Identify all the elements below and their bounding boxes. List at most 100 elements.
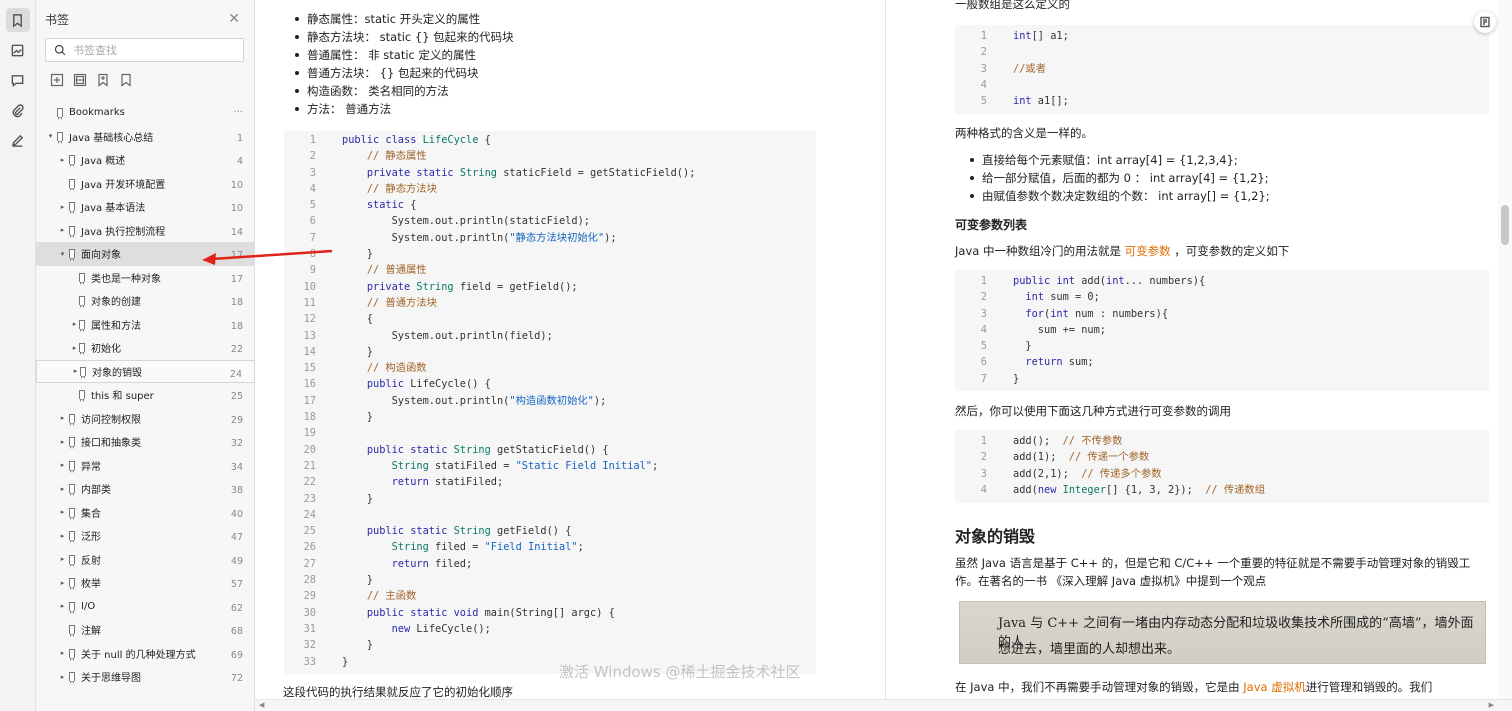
- code-text: static {: [366, 199, 417, 212]
- collapsed-caret-icon[interactable]: ▸: [58, 203, 67, 211]
- bookmark-item[interactable]: ▸ 关于 null 的几种处理方式 69: [36, 642, 255, 666]
- document-icon: [1480, 16, 1490, 28]
- bookmark-item[interactable]: ▾ 面向对象 17: [36, 242, 255, 266]
- bookmark-item[interactable]: Java 开发环境配置 10: [36, 172, 255, 196]
- collapsed-caret-icon[interactable]: ▸: [58, 438, 67, 446]
- bookmark-label: 注解: [81, 626, 101, 638]
- code-text: // 主函数: [366, 590, 417, 603]
- code-line: 5 int a1[];: [955, 93, 1489, 109]
- concept-list: 静态属性：static 开头定义的属性 静态方法块： static {} 包起来的…: [295, 10, 514, 118]
- bookmark-item[interactable]: 类也是一种对象 17: [36, 266, 255, 290]
- bookmark-outline-icon[interactable]: [119, 72, 133, 87]
- array-code-block: 1 int[] a1; 2 3 //或者 4 5 int a1[];: [955, 25, 1489, 114]
- vertical-scrollbar[interactable]: [1498, 0, 1512, 699]
- bookmark-icon: [69, 249, 75, 262]
- collapsed-caret-icon[interactable]: ▸: [70, 320, 79, 328]
- code-line: 8 }: [284, 246, 816, 262]
- collapsed-caret-icon[interactable]: ▸: [58, 226, 67, 234]
- comment-icon[interactable]: [6, 68, 30, 92]
- collapsed-caret-icon[interactable]: ▸: [58, 602, 67, 610]
- bookmark-item[interactable]: ▸ 内部类 38: [36, 477, 255, 501]
- collapsed-caret-icon[interactable]: ▸: [58, 579, 67, 587]
- bookmark-item[interactable]: ▸ 访问控制权限 29: [36, 407, 255, 431]
- varargs-pre: Java 中一种数组冷门的用法就是: [955, 244, 1125, 258]
- collapsed-caret-icon[interactable]: ▸: [58, 508, 67, 516]
- collapsed-caret-icon[interactable]: ▸: [58, 555, 67, 563]
- collapsed-caret-icon[interactable]: ▸: [71, 367, 80, 375]
- line-number: 3: [980, 307, 987, 320]
- bookmark-item[interactable]: ▾ Java 基础核心总结 1: [36, 125, 255, 149]
- close-icon[interactable]: ✕: [228, 11, 240, 27]
- code-text: sum += num;: [1013, 323, 1106, 336]
- scroll-thumb[interactable]: [1501, 205, 1509, 245]
- destroy-heading: 对象的销毁: [955, 527, 1036, 546]
- bookmark-panel: 书签 ✕ Bookmarks... ▾ Java 基础核心总结 1 ▸ Java 概述 4 J…: [36, 0, 255, 711]
- thumbnail-icon[interactable]: [6, 38, 30, 62]
- signature-icon[interactable]: [6, 128, 30, 152]
- code-text: }: [342, 248, 373, 261]
- bookmark-page-number: 4: [236, 156, 243, 167]
- code-line: 25 public static String getField() {: [284, 523, 816, 539]
- code-line: 17 System.out.println("构造函数初始化");: [284, 393, 816, 409]
- code-text: int[] a1;: [1013, 30, 1069, 42]
- bookmark-item[interactable]: ▸ 反射 49: [36, 548, 255, 572]
- bookmark-search-input[interactable]: [73, 43, 223, 57]
- bookmark-item[interactable]: ▸ 异常 34: [36, 454, 255, 478]
- line-number: 19: [303, 427, 316, 440]
- code-text: public static String getField() {: [366, 525, 572, 538]
- code-text: System.out.println(staticField);: [342, 215, 590, 228]
- bookmark-item[interactable]: 对象的创建 18: [36, 289, 255, 313]
- line-number: 13: [303, 329, 316, 342]
- collapsed-caret-icon[interactable]: ▸: [58, 485, 67, 493]
- code-line: 2: [955, 44, 1489, 60]
- collapsed-caret-icon[interactable]: ▸: [58, 461, 67, 469]
- expand-all-icon[interactable]: [50, 72, 64, 87]
- collapsed-caret-icon[interactable]: ▸: [58, 532, 67, 540]
- attachment-icon[interactable]: [6, 98, 30, 122]
- bookmark-item[interactable]: ▸ Java 概述 4: [36, 148, 255, 172]
- bookmark-item[interactable]: ▸ 初始化 22: [36, 336, 255, 360]
- code-line: 15 // 构造函数: [284, 360, 816, 376]
- horizontal-scrollbar[interactable]: ◀ ▶: [255, 699, 1512, 711]
- bookmark-icon: [69, 155, 75, 168]
- bookmark-item[interactable]: this 和 super 25: [36, 383, 255, 407]
- bookmark-item[interactable]: ▸ 集合 40: [36, 501, 255, 525]
- bookmark-item[interactable]: ▸ 对象的销毁 24: [36, 359, 255, 383]
- bookmark-item[interactable]: ▸ Java 执行控制流程 14: [36, 219, 255, 243]
- bookmark-page-number: 24: [229, 368, 242, 380]
- bookmark-item[interactable]: ▸ 接口和抽象类 32: [36, 430, 255, 454]
- bookmark-item[interactable]: ▸ 属性和方法 18: [36, 313, 255, 337]
- bookmark-label: Java 基本语法: [81, 203, 146, 215]
- add-bookmark-icon[interactable]: [96, 72, 110, 87]
- bookmark-search[interactable]: [45, 38, 244, 62]
- bookmark-icon[interactable]: [5, 8, 30, 32]
- bookmark-item[interactable]: ▸ 枚举 57: [36, 571, 255, 595]
- floating-tool-button[interactable]: [1474, 11, 1496, 33]
- expanded-caret-icon[interactable]: ▾: [46, 132, 55, 140]
- bookmark-item[interactable]: 注解 68: [36, 618, 255, 642]
- bookmark-item[interactable]: ▸ Java 基本语法 10: [36, 195, 255, 219]
- code-line: 21 String statiFiled = "Static Field Ini…: [284, 458, 816, 474]
- line-number: 5: [980, 95, 987, 108]
- array-intro: 一般数组是这么定义的: [955, 0, 1070, 11]
- bookmark-item[interactable]: Bookmarks...: [36, 101, 255, 125]
- collapsed-caret-icon[interactable]: ▸: [58, 673, 67, 681]
- bookmark-item[interactable]: ▸ I/O 62: [36, 595, 255, 619]
- code-line: 5 static {: [284, 197, 816, 213]
- collapsed-caret-icon[interactable]: ▸: [70, 344, 79, 352]
- line-number: 3: [309, 166, 316, 179]
- code-text: //或者: [1013, 62, 1046, 75]
- code-line: 6 return sum;: [955, 354, 1489, 370]
- bookmark-icon: [69, 554, 75, 567]
- collapsed-caret-icon[interactable]: ▸: [58, 414, 67, 422]
- collapse-all-icon[interactable]: [73, 72, 87, 87]
- collapsed-caret-icon[interactable]: ▸: [58, 649, 67, 657]
- bookmark-item[interactable]: ▸ 关于思维导图 72: [36, 665, 255, 689]
- expanded-caret-icon[interactable]: ▾: [58, 250, 67, 258]
- collapsed-caret-icon[interactable]: ▸: [58, 156, 67, 164]
- line-number: 17: [303, 394, 316, 407]
- scroll-right-icon[interactable]: ▶: [1489, 701, 1494, 709]
- scroll-left-icon[interactable]: ◀: [259, 701, 264, 709]
- bookmark-item[interactable]: ▸ 泛形 47: [36, 524, 255, 548]
- list-item: 直接给每个元素赋值：int array[4] = {1,2,3,4};: [970, 151, 1270, 169]
